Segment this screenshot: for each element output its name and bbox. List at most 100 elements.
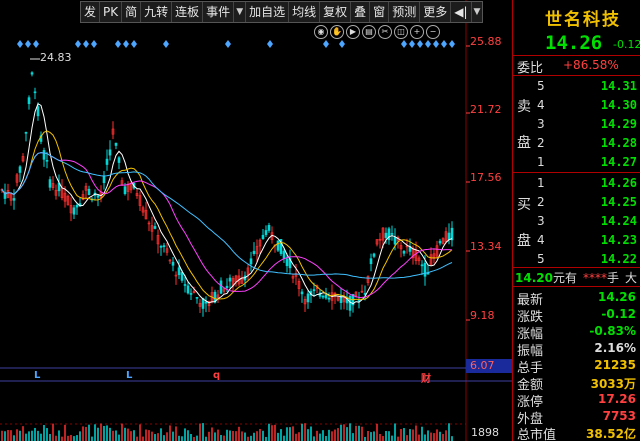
y-axis-label-13-34: 13.34 (470, 240, 502, 253)
candle-body (45, 159, 49, 162)
candle-body (372, 253, 376, 257)
buy-level: 2 (537, 195, 545, 209)
toolbar-restore-rights-button[interactable]: 复权 (320, 2, 352, 22)
toolbar-overlay-button[interactable]: 叠 (351, 2, 371, 22)
candle-body (102, 175, 106, 184)
candle-body (96, 195, 100, 198)
weibi-label: 委比 (517, 61, 544, 76)
toolbar-fa-button[interactable]: 发 (81, 2, 101, 22)
chart-tool-icons: ◉ ✋ ▶ ▤ ✂ ◫ + − (314, 25, 440, 39)
toolbar-add-watchlist-button[interactable]: 加自选 (246, 2, 290, 22)
sell-price[interactable]: 14.28 (593, 136, 637, 150)
toolbar-jiuzhuan-button[interactable]: 九转 (141, 2, 173, 22)
stat-value: 17.26 (598, 392, 636, 406)
sell-price[interactable]: 14.27 (593, 155, 637, 169)
candle-body (402, 251, 406, 254)
event-diamond-icon (323, 40, 329, 48)
last-trade-shou: 手 (606, 271, 619, 285)
candle-body (24, 132, 28, 134)
minus-icon[interactable]: − (426, 25, 440, 39)
chart-icon[interactable]: ▤ (362, 25, 376, 39)
plus-icon[interactable]: + (410, 25, 424, 39)
sell-price[interactable]: 14.29 (593, 117, 637, 131)
current-price-axis-box: 6.07 (466, 359, 512, 373)
toolbar-collapse-button[interactable]: ◀| (451, 2, 472, 22)
event-marker-q[interactable]: q (213, 370, 220, 381)
buy-price[interactable]: 14.22 (593, 252, 637, 266)
toolbar-forecast-button[interactable]: 预测 (389, 2, 421, 22)
toolbar-more-button[interactable]: 更多 (420, 2, 452, 22)
weibi-value: +86.58% (563, 58, 619, 72)
stat-label: 总市值 (517, 428, 557, 441)
candle-body (195, 297, 199, 299)
chart-toolbar: 发 PK 简 九转 连板 事件 ▼ 加自选 均线 复权 叠 窗 预测 更多 ◀|… (80, 1, 484, 23)
candle-body (186, 285, 190, 294)
divider (513, 55, 640, 56)
hand-icon[interactable]: ✋ (330, 25, 344, 39)
event-marker-l2[interactable]: L (126, 370, 132, 381)
event-marker-cai[interactable]: 财 (421, 370, 431, 385)
eye-icon[interactable]: ◉ (314, 25, 328, 39)
ma10-line (1, 130, 453, 301)
candle-body (438, 240, 442, 244)
toolbar-lianban-button[interactable]: 连板 (172, 2, 204, 22)
toolbar-event-button[interactable]: 事件 (203, 2, 235, 22)
toolbar-pk-button[interactable]: PK (100, 2, 123, 22)
sell-price[interactable]: 14.31 (593, 79, 637, 93)
kline-chart[interactable]: 发 PK 简 九转 连板 事件 ▼ 加自选 均线 复权 叠 窗 预测 更多 ◀|… (0, 0, 512, 441)
buy-price[interactable]: 14.25 (593, 195, 637, 209)
y-axis-label-17-56: 17.56 (470, 171, 502, 184)
play-icon[interactable]: ▶ (346, 25, 360, 39)
stat-value: 7753 (602, 409, 636, 423)
event-diamond-icon (25, 40, 31, 48)
candle-body (114, 142, 118, 146)
event-diamond-icon (123, 40, 129, 48)
candle-body (18, 166, 22, 173)
ma5-line (1, 102, 453, 305)
candle-body (30, 72, 34, 75)
candle-body (75, 204, 79, 208)
buy-price[interactable]: 14.23 (593, 233, 637, 247)
buy-price[interactable]: 14.24 (593, 214, 637, 228)
candle-body (108, 149, 112, 156)
candle-body (33, 91, 37, 94)
last-trade-price: 14.20 (515, 271, 553, 285)
candle-body (228, 277, 232, 282)
toolbar-ma-button[interactable]: 均线 (289, 2, 321, 22)
candle-body (276, 240, 280, 251)
layers-icon[interactable]: ◫ (394, 25, 408, 39)
stock-name: 世名科技 (545, 10, 621, 30)
candle-body (447, 232, 451, 240)
candle-body (183, 284, 187, 286)
sell-side-label: 卖 (517, 99, 531, 115)
candle-body (300, 291, 304, 295)
scissors-icon[interactable]: ✂ (378, 25, 392, 39)
stat-value: 21235 (594, 358, 636, 372)
stat-value: 2.16% (594, 341, 636, 355)
candle-body (171, 261, 175, 266)
divider (513, 267, 640, 268)
last-trade-unit: 元有 (552, 271, 577, 285)
buy-price[interactable]: 14.26 (593, 176, 637, 190)
candle-body (12, 198, 16, 201)
event-dropdown-icon[interactable]: ▼ (234, 2, 247, 22)
kline-svg[interactable] (0, 0, 512, 441)
candle-body (153, 226, 157, 229)
buy-level: 5 (537, 252, 545, 266)
candle-body (87, 188, 91, 195)
event-marker-l1[interactable]: L (34, 370, 40, 381)
toolbar-window-button[interactable]: 窗 (370, 2, 390, 22)
toolbar-menu-icon[interactable]: ▼ (472, 2, 483, 22)
candle-body (267, 224, 271, 231)
candle-body (285, 258, 289, 267)
toolbar-jian-button[interactable]: 简 (122, 2, 142, 22)
buy-level: 3 (537, 214, 545, 228)
y-axis-label-21-72: 21.72 (470, 103, 502, 116)
event-diamond-icon (163, 40, 169, 48)
candle-body (327, 297, 331, 300)
sell-price[interactable]: 14.30 (593, 98, 637, 112)
candle-body (48, 179, 52, 188)
sell-side-label: 盘 (517, 135, 531, 151)
divider (513, 75, 640, 76)
sell-level: 4 (537, 98, 545, 112)
